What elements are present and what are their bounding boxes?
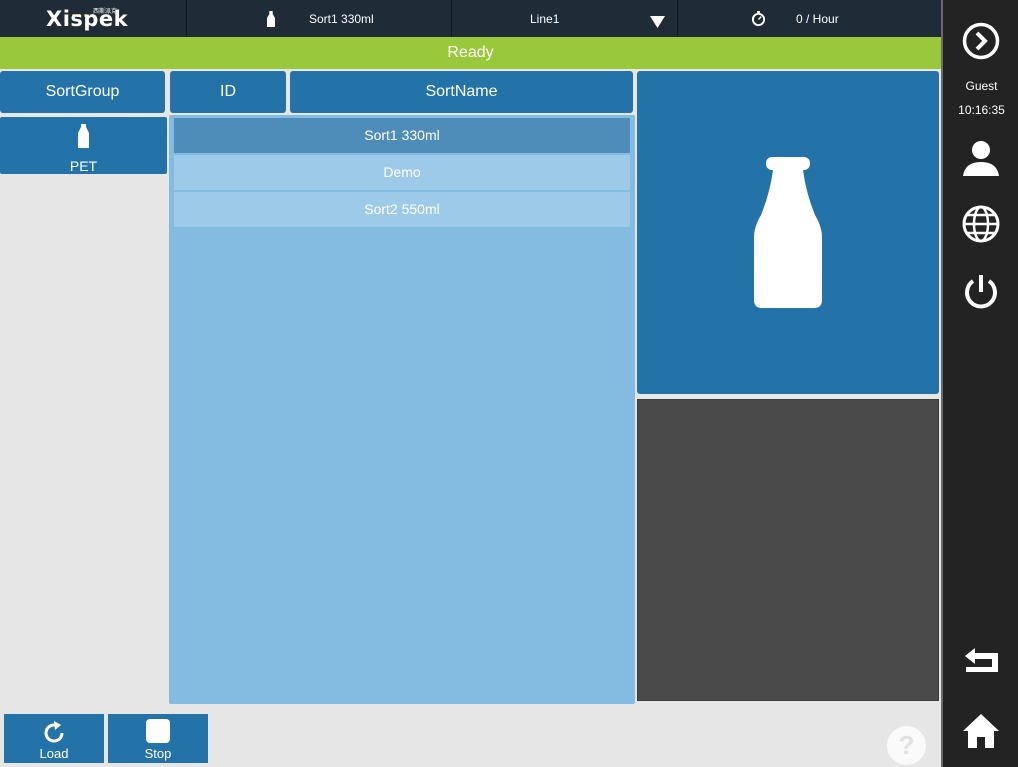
dropdown-arrow-icon [650,16,665,28]
chevron-right-circle-icon[interactable] [961,21,1001,61]
stop-button[interactable]: Stop [108,714,208,763]
bottle-icon [78,124,89,148]
user-icon[interactable] [961,138,1001,178]
home-icon[interactable] [961,711,1001,751]
bottle-icon [267,11,275,27]
right-sidebar: Guest 10:16:35 [941,0,1018,767]
camera-view [637,399,939,701]
clock: 10:16:35 [958,103,1005,117]
sort-row[interactable]: Demo [174,155,630,190]
sortname-header[interactable]: SortName [290,71,633,113]
sort-row-selected[interactable]: Sort1 330ml [174,118,630,153]
brand-subtitle: 西斯派克 [93,9,118,15]
large-bottle-icon [754,157,822,308]
user-name: Guest [965,79,998,93]
top-bar: Xispek 西斯派克 Sort1 330ml Line1 0 / Hour [0,0,941,37]
return-icon[interactable] [961,642,1001,682]
load-label: Load [39,746,69,761]
refresh-icon [44,721,64,743]
current-sort-label: Sort1 330ml [309,12,374,26]
id-header[interactable]: ID [170,71,286,113]
stop-label: Stop [144,746,172,761]
rate-indicator: 0 / Hour [677,0,941,37]
load-button[interactable]: Load [4,714,104,763]
current-sort-indicator[interactable]: Sort1 330ml [186,0,451,37]
line-dropdown[interactable]: Line1 [451,0,677,37]
sort-list[interactable]: Sort1 330ml Demo Sort2 550ml [169,115,635,704]
globe-icon[interactable] [961,204,1001,244]
container-preview [637,71,939,394]
status-bar: Ready [0,37,941,69]
group-tile-pet[interactable]: PET [0,117,167,174]
sort-row[interactable]: Sort2 550ml [174,192,630,227]
rate-label: 0 / Hour [796,12,839,26]
group-label: PET [69,158,98,174]
sortgroup-header: SortGroup [0,71,165,113]
stopwatch-icon [751,11,766,26]
line-label: Line1 [530,12,560,26]
stop-icon [146,719,170,743]
power-icon[interactable] [961,272,1001,312]
help-button[interactable]: ? [887,726,926,765]
